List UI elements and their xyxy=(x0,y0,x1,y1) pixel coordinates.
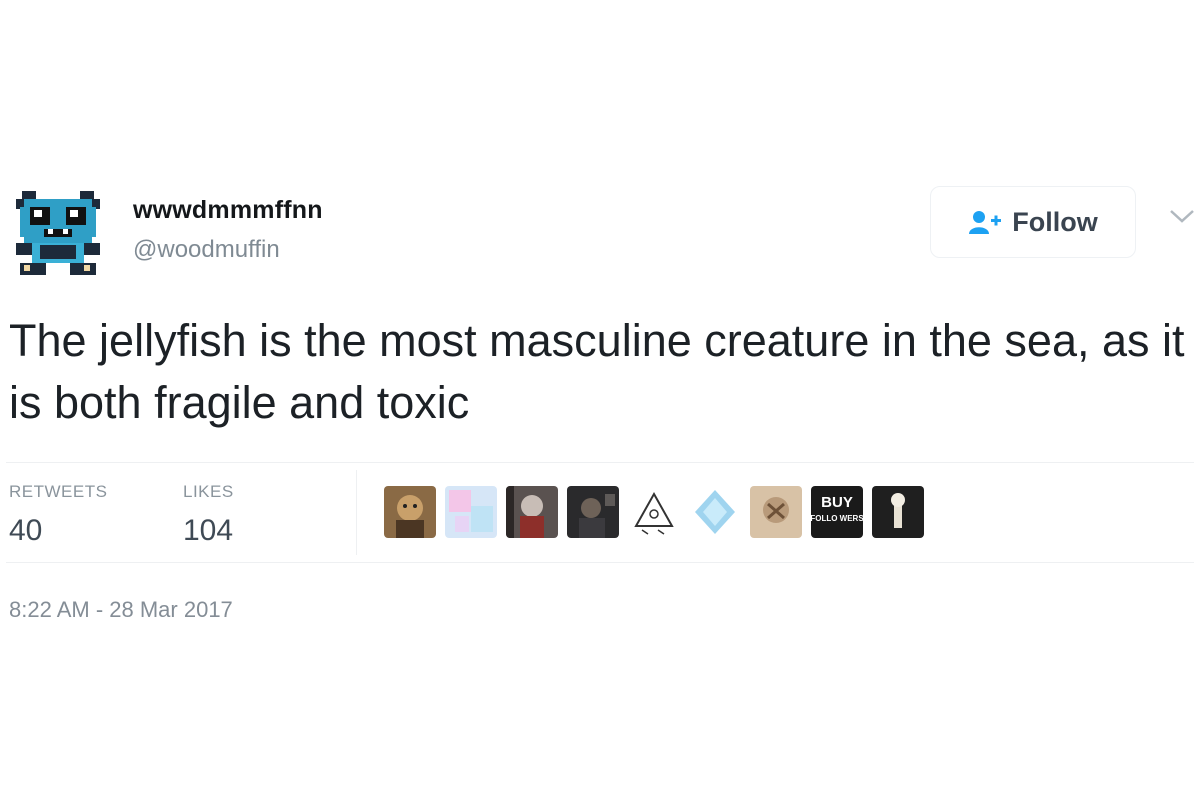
retweets-stat[interactable]: RETWEETS 40 xyxy=(9,482,107,548)
liker-avatar[interactable] xyxy=(567,486,619,538)
liker-avatar[interactable] xyxy=(445,486,497,538)
liker-avatar-buy-followers[interactable]: BUY FOLLO WERS xyxy=(811,486,863,538)
liker-avatar[interactable] xyxy=(872,486,924,538)
likes-count: 104 xyxy=(183,514,234,547)
liker-avatar[interactable] xyxy=(506,486,558,538)
avatar[interactable] xyxy=(10,185,110,280)
stats-divider xyxy=(356,470,357,555)
likes-label: LIKES xyxy=(183,482,234,501)
liker-avatar[interactable] xyxy=(750,486,802,538)
liker-avatar[interactable] xyxy=(628,486,680,538)
tweet-timestamp[interactable]: 8:22 AM - 28 Mar 2017 xyxy=(9,597,233,623)
liker-photo-icon xyxy=(384,486,436,538)
liker-photo-icon xyxy=(506,486,558,538)
triangle-eye-icon xyxy=(628,486,680,538)
liker-avatar[interactable] xyxy=(384,486,436,538)
followers-text: FOLLO WERS xyxy=(811,514,863,523)
display-name[interactable]: wwwdmmmffnn xyxy=(133,196,323,225)
tweet-text: The jellyfish is the most masculine crea… xyxy=(9,315,1185,428)
buy-followers-badge-icon: BUY FOLLO WERS xyxy=(811,486,863,538)
liker-avatar[interactable] xyxy=(689,486,741,538)
chevron-down-icon[interactable] xyxy=(1168,206,1196,226)
user-handle[interactable]: @woodmuffin xyxy=(133,236,280,264)
liker-pastel-icon xyxy=(445,486,497,538)
retweets-label: RETWEETS xyxy=(9,482,108,501)
liker-photo-icon xyxy=(872,486,924,538)
follow-label: Follow xyxy=(1012,206,1098,237)
divider xyxy=(6,562,1194,563)
liker-crystal-icon xyxy=(689,486,741,538)
likers-list: BUY FOLLO WERS xyxy=(384,486,924,540)
liker-photo-icon xyxy=(750,486,802,538)
add-user-icon xyxy=(969,211,1002,234)
likes-stat[interactable]: LIKES 104 xyxy=(183,482,234,548)
divider xyxy=(6,462,1194,463)
retweets-count: 40 xyxy=(9,514,43,547)
buy-text: BUY xyxy=(821,494,853,511)
follow-button[interactable]: Follow xyxy=(930,186,1136,258)
liker-photo-icon xyxy=(567,486,619,538)
pixel-creature-avatar-icon xyxy=(16,191,100,275)
